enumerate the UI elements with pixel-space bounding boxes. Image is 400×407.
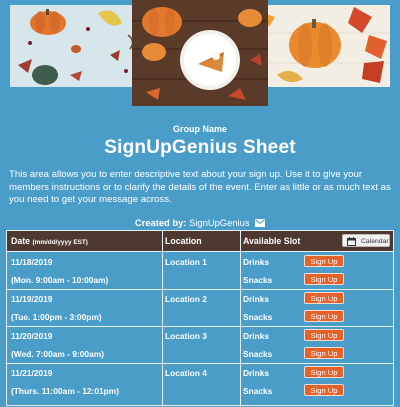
- autumn-pumpkins-photo-left: [10, 5, 141, 87]
- created-by: Created by: SignUpGenius: [0, 217, 400, 229]
- envelope-icon[interactable]: [255, 218, 266, 229]
- slot-name-drinks: Drinks: [243, 331, 270, 341]
- autumn-pumpkins-photo-right: [259, 5, 390, 87]
- row-date: 11/18/2019: [11, 257, 53, 267]
- signup-button[interactable]: Sign Up: [304, 292, 344, 304]
- table-header: Date (mm/dd/yyyy EST) Location Available…: [7, 231, 393, 252]
- slot-name-snacks: Snacks: [243, 312, 273, 322]
- column-header-date: Date (mm/dd/yyyy EST): [11, 236, 88, 246]
- sheet-description: This area allows you to enter descriptiv…: [9, 169, 391, 206]
- created-by-label: Created by:: [134, 216, 187, 228]
- slot-name-drinks: Drinks: [243, 368, 270, 378]
- page-title: SignUpGenius Sheet: [104, 137, 296, 158]
- column-header-location: Location: [165, 236, 202, 246]
- row-time: (Thurs. 11:00am - 12:01pm): [11, 386, 119, 396]
- row-date: 11/21/2019: [11, 368, 53, 378]
- row-date: 11/20/2019: [11, 331, 53, 341]
- table-row: 11/21/2019 (Thurs. 11:00am - 12:01pm) Lo…: [7, 363, 393, 400]
- pumpkin-pie-photo: [132, 0, 268, 106]
- signup-button[interactable]: Sign Up: [304, 366, 344, 378]
- calendar-button[interactable]: Calendar: [342, 234, 390, 247]
- signup-button[interactable]: Sign Up: [304, 310, 344, 322]
- row-time: (Wed. 7:00am - 9:00am): [11, 349, 104, 359]
- table-row: 11/18/2019 (Mon. 9:00am - 10:00am) Locat…: [7, 252, 393, 290]
- table-row: 11/19/2019 (Tue. 1:00pm - 3:00pm) Locati…: [7, 289, 393, 327]
- row-time: (Tue. 1:00pm - 3:00pm): [11, 312, 102, 322]
- signup-button[interactable]: Sign Up: [304, 255, 344, 267]
- row-time: (Mon. 9:00am - 10:00am): [11, 275, 109, 285]
- slot-name-drinks: Drinks: [243, 294, 270, 304]
- calendar-icon: [347, 237, 356, 251]
- row-date: 11/19/2019: [11, 294, 53, 304]
- slot-name-snacks: Snacks: [243, 386, 273, 396]
- table-row: 11/20/2019 (Wed. 7:00am - 9:00am) Locati…: [7, 326, 393, 364]
- creator-name[interactable]: SignUpGenius: [189, 217, 249, 228]
- slot-name-drinks: Drinks: [243, 257, 270, 267]
- calendar-button-label: Calendar: [361, 238, 389, 245]
- header-image-collage: [0, 0, 400, 108]
- signup-button[interactable]: Sign Up: [304, 347, 344, 359]
- row-location: Location 3: [165, 331, 207, 341]
- row-location: Location 1: [165, 257, 207, 267]
- signup-button[interactable]: Sign Up: [304, 329, 344, 341]
- row-location: Location 2: [165, 294, 207, 304]
- signup-button[interactable]: Sign Up: [304, 273, 344, 285]
- column-header-available-slot: Available Slot: [243, 236, 301, 246]
- signup-button[interactable]: Sign Up: [304, 384, 344, 396]
- date-format-note: (mm/dd/yyyy EST): [32, 239, 88, 246]
- slot-name-snacks: Snacks: [243, 275, 273, 285]
- signup-table: Date (mm/dd/yyyy EST) Location Available…: [6, 230, 394, 407]
- group-name: Group Name: [172, 124, 227, 134]
- slot-name-snacks: Snacks: [243, 349, 273, 359]
- row-location: Location 4: [165, 368, 207, 378]
